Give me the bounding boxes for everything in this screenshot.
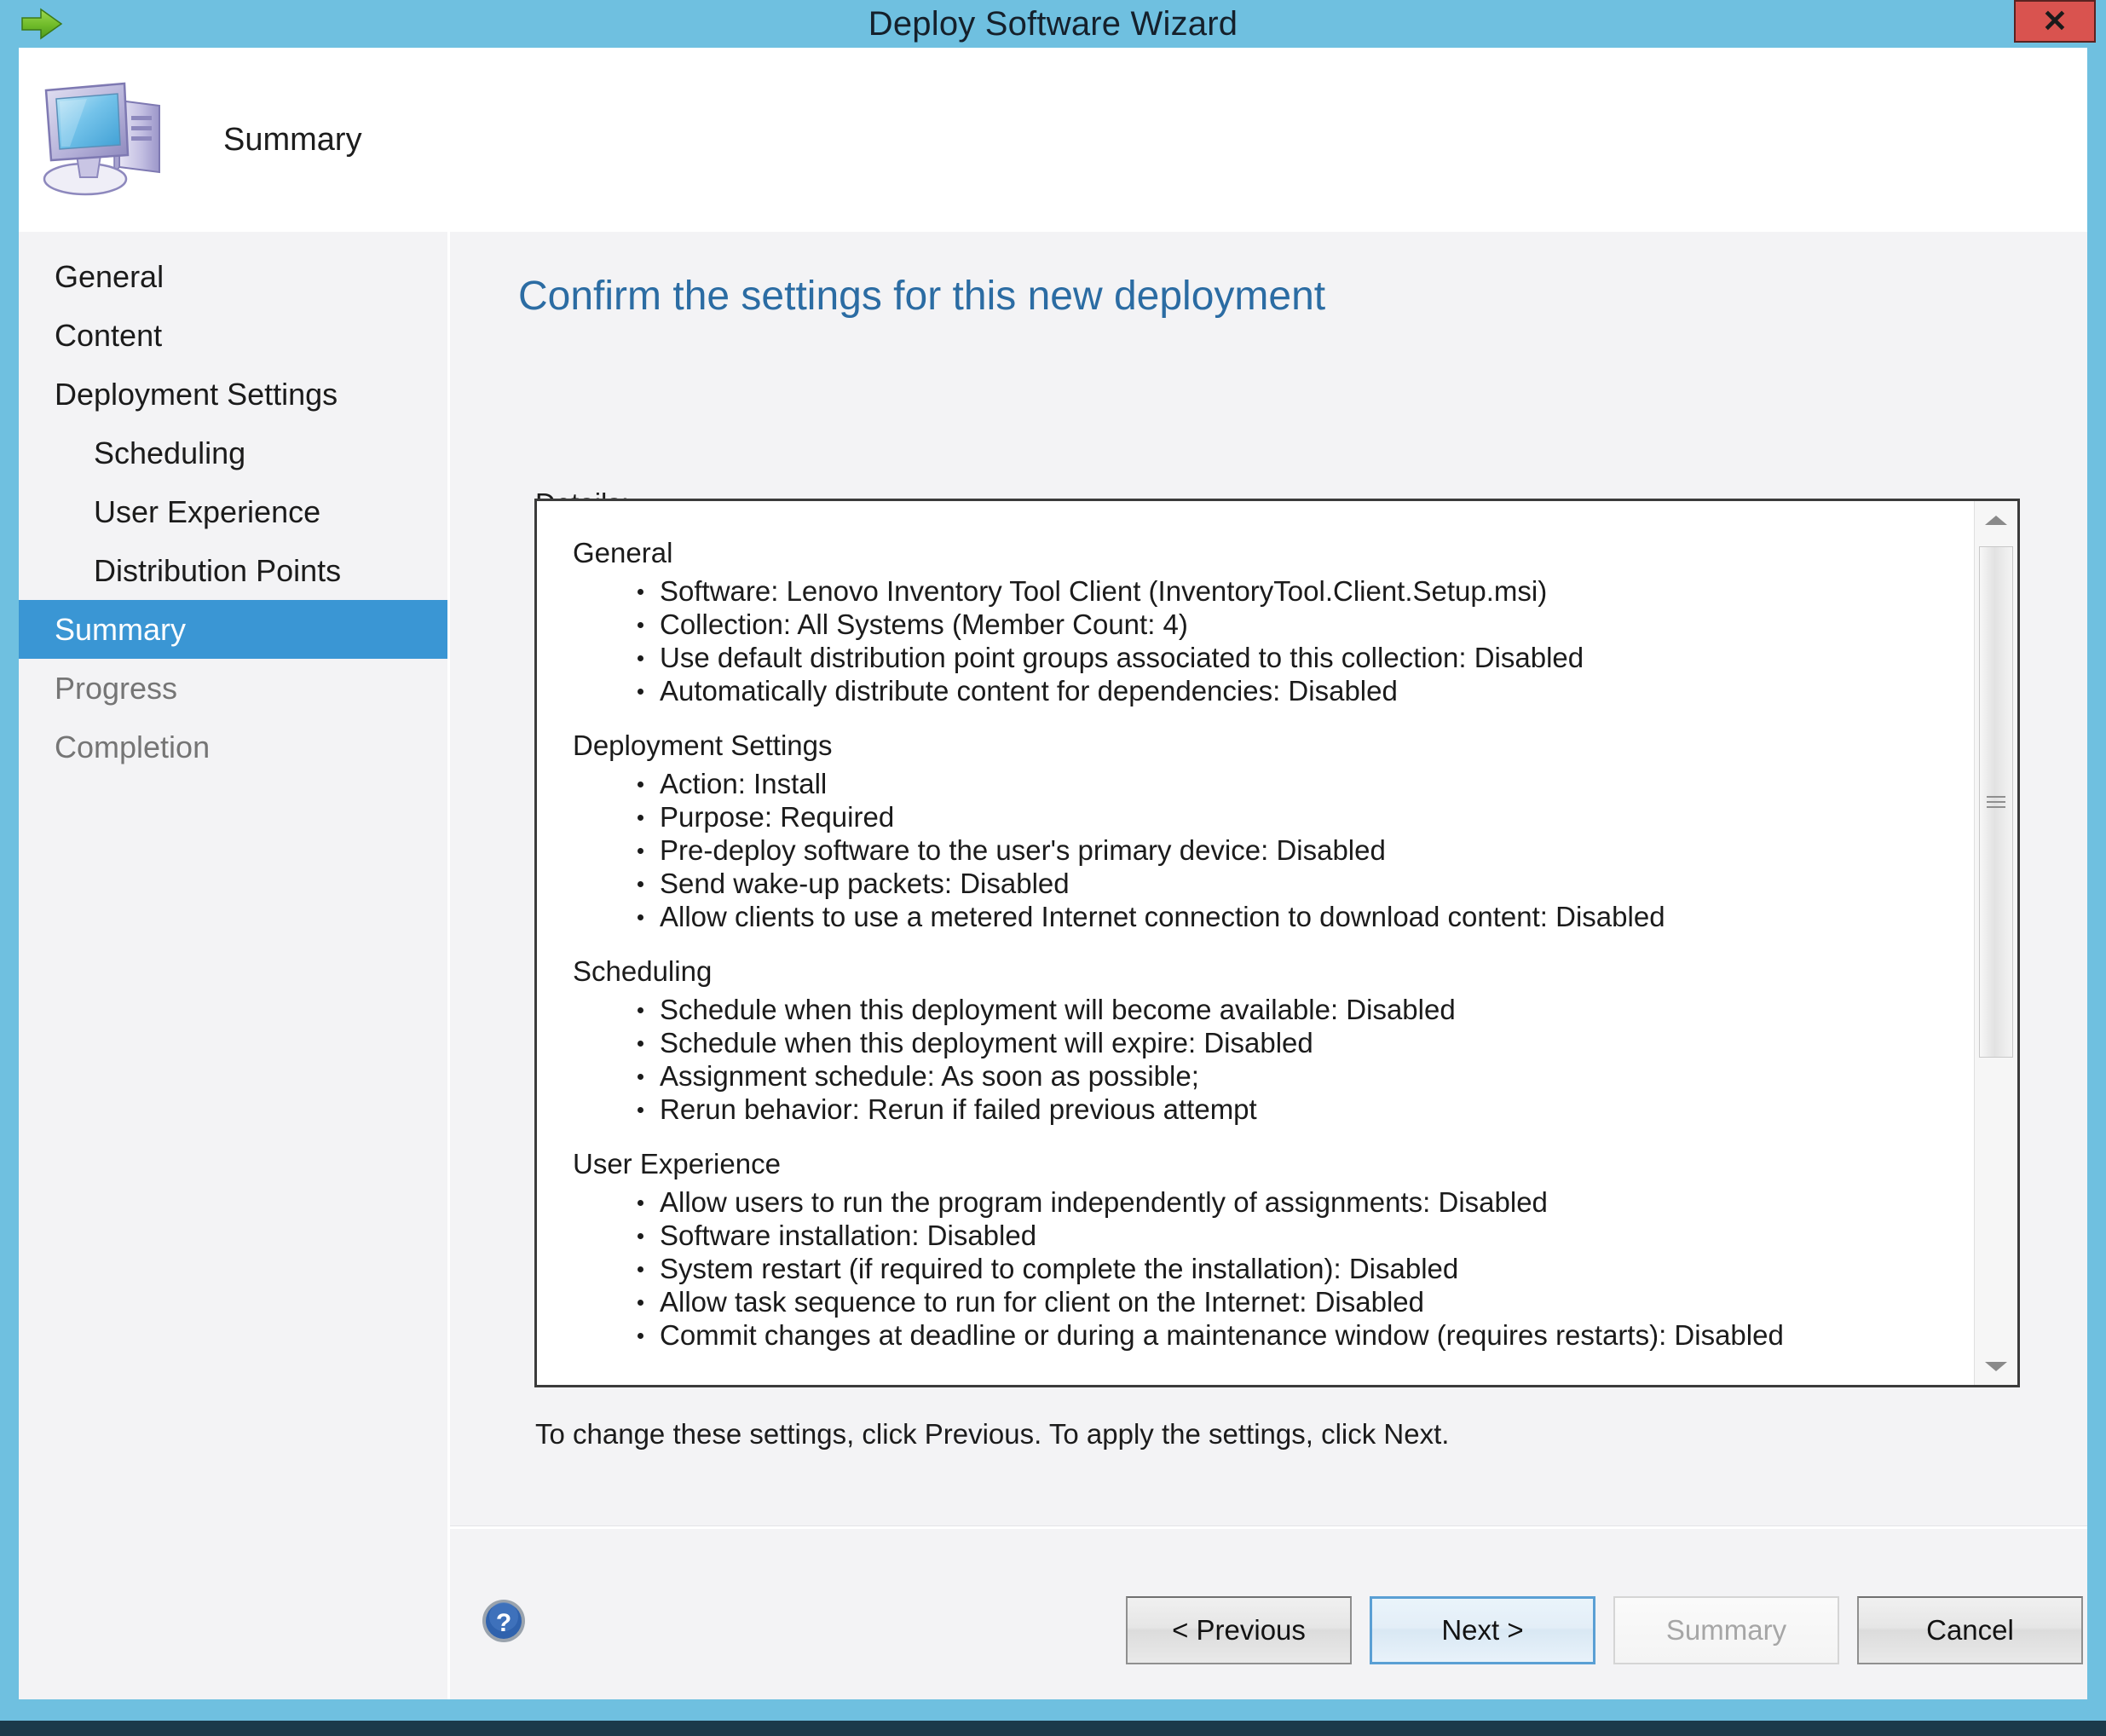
sidebar-item-content[interactable]: Content — [19, 306, 447, 365]
scrollbar-thumb-grip — [1987, 793, 2005, 811]
details-section: Deployment Settings Action: Install Purpos… — [573, 730, 1969, 933]
sidebar-item-summary[interactable]: Summary — [19, 600, 447, 659]
details-list-item: Action: Install — [636, 767, 1969, 800]
svg-text:?: ? — [496, 1609, 511, 1637]
sidebar-item-completion[interactable]: Completion — [19, 718, 447, 776]
scrollbar-thumb[interactable] — [1979, 546, 2013, 1058]
details-list-item: Use default distribution point groups as… — [636, 641, 1969, 674]
details-list-item: Schedule when this deployment will expir… — [636, 1026, 1969, 1059]
scroll-down-arrow-icon[interactable] — [1975, 1347, 2017, 1385]
details-list-item: Purpose: Required — [636, 800, 1969, 833]
cancel-button[interactable]: Cancel — [1857, 1596, 2083, 1664]
help-question-icon[interactable]: ? — [481, 1598, 527, 1644]
details-list-item: Send wake-up packets: Disabled — [636, 867, 1969, 900]
details-list-item: Allow task sequence to run for client on… — [636, 1285, 1969, 1318]
window-title: Deploy Software Wizard — [868, 5, 1238, 43]
sidebar-item-user-experience[interactable]: User Experience — [19, 482, 447, 541]
wizard-sidebar: General Content Deployment Settings Schedul… — [19, 232, 447, 1699]
details-section: General Software: Lenovo Inventory Tool C… — [573, 537, 1969, 707]
sidebar-item-general[interactable]: General — [19, 247, 447, 306]
details-content: General Software: Lenovo Inventory Tool C… — [537, 501, 1969, 1374]
details-list-item: Allow users to run the program independe… — [636, 1185, 1969, 1219]
details-list-item: Allow clients to use a metered Internet … — [636, 900, 1969, 933]
details-list-item: Pre-deploy software to the user's primar… — [636, 833, 1969, 867]
details-list-item: Schedule when this deployment will becom… — [636, 993, 1969, 1026]
scroll-up-arrow-icon[interactable] — [1975, 501, 2017, 539]
sidebar-item-deployment-settings[interactable]: Deployment Settings — [19, 365, 447, 424]
details-box: General Software: Lenovo Inventory Tool C… — [534, 499, 2020, 1387]
title-bar: Deploy Software Wizard ✕ — [0, 0, 2106, 48]
details-section-title: User Experience — [573, 1148, 781, 1179]
computer-monitor-icon — [36, 72, 172, 201]
details-section: User Experience Allow users to run the pr… — [573, 1148, 1969, 1352]
details-section-list: Allow users to run the program independe… — [573, 1185, 1969, 1352]
sidebar-item-scheduling[interactable]: Scheduling — [19, 424, 447, 482]
details-list-item: Software installation: Disabled — [636, 1219, 1969, 1252]
details-scrollbar[interactable] — [1974, 501, 2017, 1385]
details-list-item: Collection: All Systems (Member Count: 4… — [636, 608, 1969, 641]
wizard-body: General Content Deployment Settings Schedul… — [19, 232, 2087, 1699]
window-bottom-strip — [0, 1721, 2106, 1736]
wizard-window: Deploy Software Wizard ✕ Summary General… — [0, 0, 2106, 1736]
sidebar-item-progress[interactable]: Progress — [19, 659, 447, 718]
details-list-item: System restart (if required to complete … — [636, 1252, 1969, 1285]
hint-text: To change these settings, click Previous… — [535, 1418, 1450, 1450]
previous-button[interactable]: < Previous — [1126, 1596, 1352, 1664]
details-section-list: Software: Lenovo Inventory Tool Client (… — [573, 574, 1969, 707]
wizard-step-list: General Content Deployment Settings Schedul… — [19, 247, 447, 776]
page-title: Summary — [223, 122, 362, 158]
wizard-footer: ? < Previous Next > Summary Cancel — [450, 1528, 2087, 1699]
summary-button: Summary — [1613, 1596, 1839, 1664]
sidebar-item-distribution-points[interactable]: Distribution Points — [19, 541, 447, 600]
details-list-item: Automatically distribute content for dep… — [636, 674, 1969, 707]
details-list-item: Assignment schedule: As soon as possible… — [636, 1059, 1969, 1093]
details-section-title: Scheduling — [573, 955, 713, 987]
details-list-item: Rerun behavior: Rerun if failed previous… — [636, 1093, 1969, 1126]
close-button[interactable]: ✕ — [2014, 0, 2096, 43]
wizard-header: Summary — [19, 48, 2087, 232]
details-section-list: Action: Install Purpose: Required Pre-depl… — [573, 767, 1969, 933]
details-list-item: Commit changes at deadline or during a m… — [636, 1318, 1969, 1352]
next-button[interactable]: Next > — [1370, 1596, 1595, 1664]
details-section-list: Schedule when this deployment will becom… — [573, 993, 1969, 1126]
details-section: Scheduling Schedule when this deployment … — [573, 955, 1969, 1126]
wizard-content: Confirm the settings for this new deploy… — [450, 232, 2087, 1699]
details-section-title: General — [573, 537, 673, 568]
details-section-title: Deployment Settings — [573, 730, 833, 761]
details-list-item: Software: Lenovo Inventory Tool Client (… — [636, 574, 1969, 608]
content-heading: Confirm the settings for this new deploy… — [518, 274, 1326, 319]
